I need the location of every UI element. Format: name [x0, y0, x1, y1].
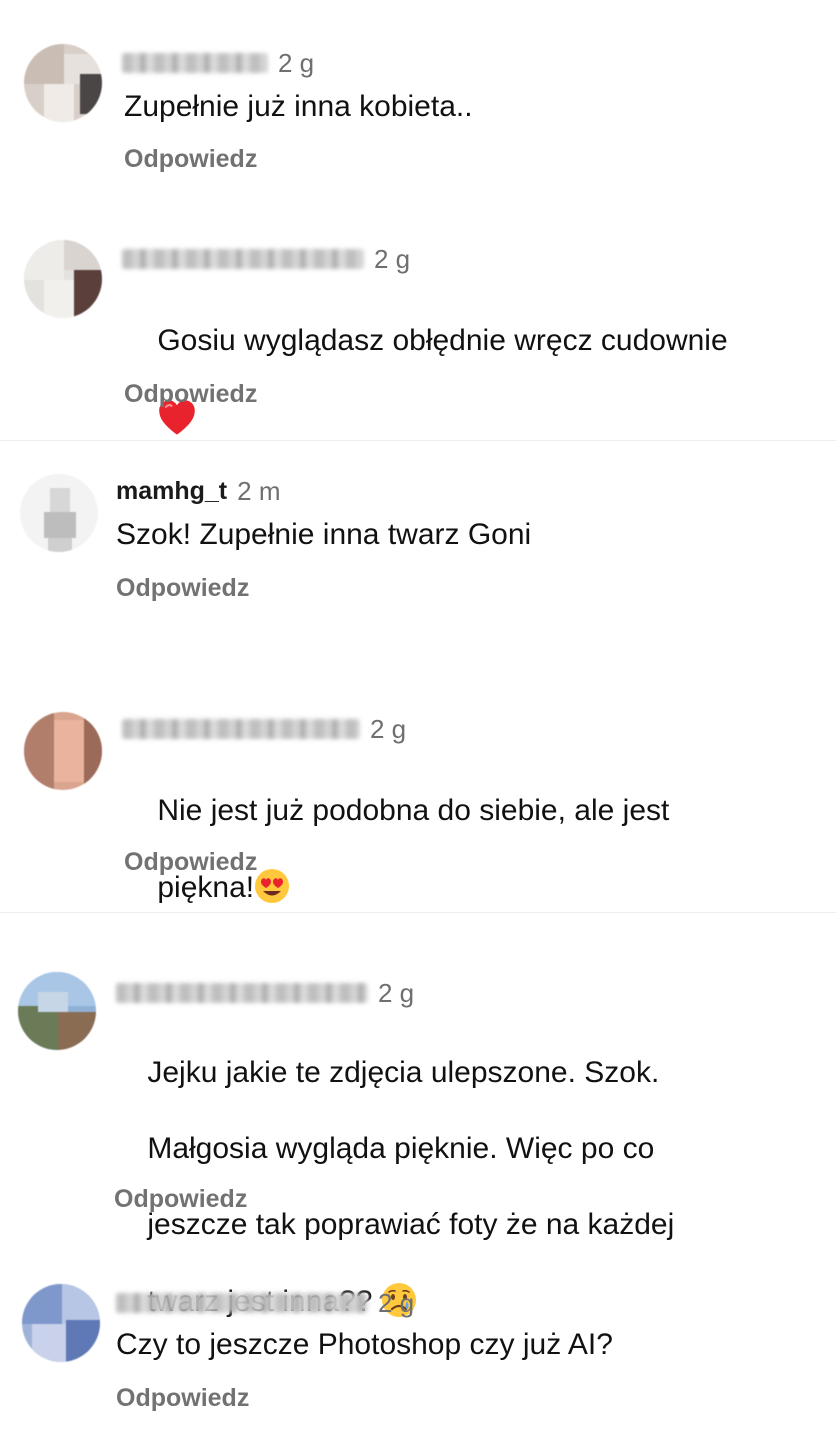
username-blurred[interactable] — [122, 719, 360, 739]
comment-text-content: Gosiu wyglądasz obłędnie wręcz cudownie — [157, 324, 728, 357]
timestamp: 2 g — [378, 977, 415, 1008]
timestamp: 2 g — [278, 47, 315, 78]
avatar[interactable] — [24, 240, 102, 318]
username-blurred[interactable] — [122, 53, 268, 73]
username[interactable]: mamhg_t — [116, 477, 227, 506]
comment-text: Szok! Zupełnie inna twarz Goni — [116, 518, 532, 551]
avatar[interactable] — [18, 972, 96, 1050]
comment-text: Czy to jeszcze Photoshop czy już AI? — [116, 1328, 613, 1361]
avatar[interactable] — [24, 712, 102, 790]
timestamp: 2 g — [370, 713, 407, 744]
avatar[interactable] — [24, 44, 102, 122]
avatar[interactable] — [22, 1284, 100, 1362]
divider — [0, 912, 836, 913]
comment-text-line: Nie jest już podobna do siebie, ale jest — [157, 794, 670, 827]
timestamp: 2 g — [374, 243, 411, 274]
comment-text-line: Jejku jakie te zdjęcia ulepszone. Szok. — [147, 1056, 660, 1089]
heart-eyes-icon — [255, 869, 290, 903]
reply-button[interactable]: Odpowiedz — [114, 1185, 247, 1214]
username-blurred[interactable] — [122, 249, 364, 269]
reply-button[interactable]: Odpowiedz — [124, 145, 257, 174]
comment-text: Zupełnie już inna kobieta.. — [124, 90, 473, 123]
avatar[interactable] — [20, 474, 98, 552]
username-blurred[interactable] — [116, 1293, 368, 1313]
reply-button[interactable]: Odpowiedz — [116, 574, 249, 603]
timestamp: 2 g — [378, 1287, 415, 1318]
reply-button[interactable]: Odpowiedz — [124, 380, 257, 409]
username-blurred[interactable] — [116, 983, 368, 1003]
reply-button[interactable]: Odpowiedz — [124, 848, 257, 877]
timestamp: 2 m — [237, 475, 281, 506]
divider — [0, 440, 836, 441]
comment-text-line: Małgosia wygląda pięknie. Więc po co — [147, 1132, 655, 1165]
reply-button[interactable]: Odpowiedz — [116, 1384, 249, 1413]
